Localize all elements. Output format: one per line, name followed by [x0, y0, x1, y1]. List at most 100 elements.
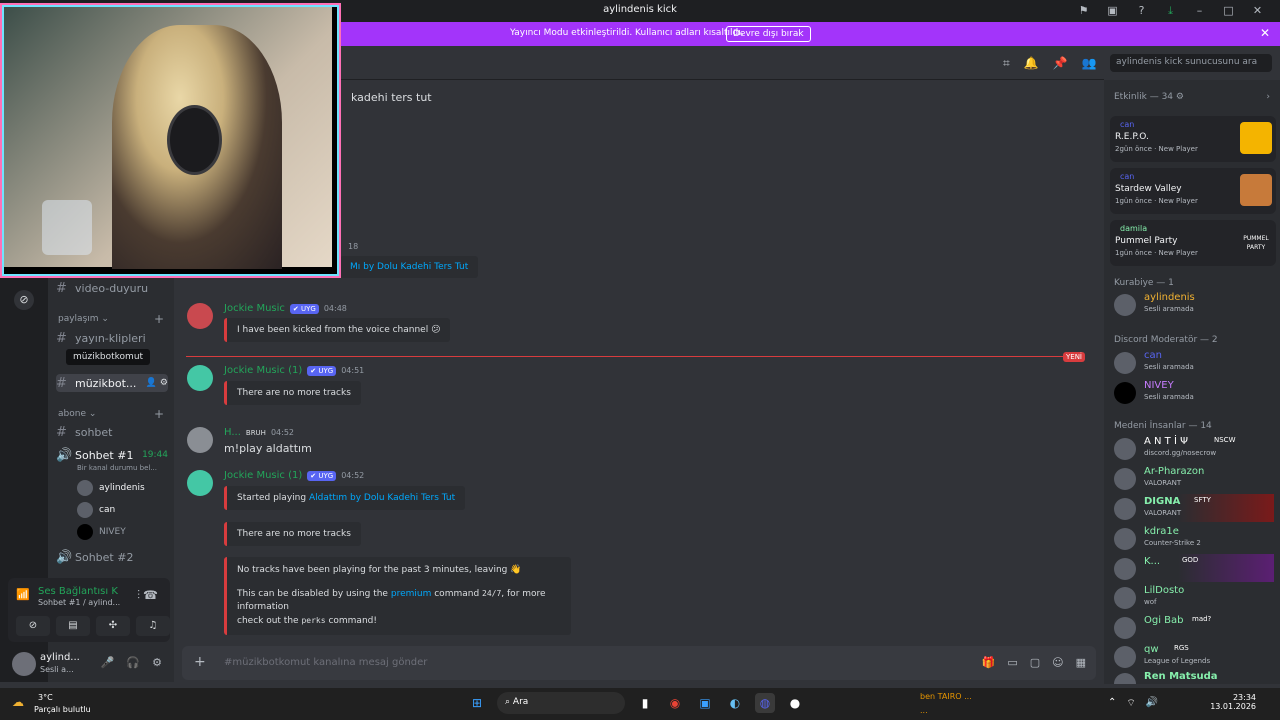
track-link[interactable]: Mı by Dolu Kadehi Ters Tut	[350, 262, 468, 272]
member-item[interactable]: kdra1e Counter-Strike 2	[1114, 524, 1274, 552]
voice-channel-sohbet-1[interactable]: 🔊 Sohbet #1 19:44	[56, 446, 168, 464]
maximize-icon[interactable]: □	[1214, 3, 1243, 19]
add-channel-icon[interactable]: +	[154, 407, 164, 421]
start-icon[interactable]: ⊞	[467, 693, 487, 713]
bot-embed: No tracks have been playing for the past…	[224, 557, 571, 635]
avatar[interactable]	[187, 427, 213, 453]
track-link[interactable]: Aldattım by Dolu Kadehi Ters Tut	[309, 493, 455, 503]
channel-video-duyuru[interactable]: # video-duyuru	[56, 279, 168, 297]
marquee-text: ...	[920, 706, 928, 715]
channel-muzikbotkomut[interactable]: # müzikbot... 👤 ⚙	[56, 374, 168, 392]
noise-suppression-icon[interactable]: ⫶	[137, 588, 140, 603]
threads-icon[interactable]: ⌗	[1003, 56, 1010, 71]
voice-user[interactable]: aylindenis	[77, 480, 145, 496]
inbox-icon[interactable]: ⚑	[1069, 3, 1098, 19]
chrome-icon[interactable]: ◉	[665, 693, 685, 713]
avatar[interactable]	[12, 652, 36, 676]
message-time: 04:51	[341, 366, 365, 375]
gift-icon[interactable]: 🎁	[982, 656, 996, 669]
activities-icon[interactable]: ✣	[96, 616, 130, 636]
disable-streamer-mode-button[interactable]: Devre dışı bırak	[726, 26, 811, 42]
obs-icon[interactable]: ●	[785, 693, 805, 713]
voice-channel-sohbet-2[interactable]: 🔊 Sohbet #2	[56, 548, 168, 566]
activity-card[interactable]: damila Pummel Party 1gün önce · New Play…	[1110, 220, 1276, 266]
member-item[interactable]: Ren Matsuda	[1114, 669, 1274, 684]
category-abone[interactable]: abone ⌄ +	[58, 407, 164, 421]
search-input[interactable]: aylindenis kick sunucusunu ara	[1110, 54, 1272, 72]
member-status: wof	[1144, 598, 1157, 606]
avatar[interactable]	[187, 365, 213, 391]
window-icon[interactable]: ▣	[1098, 3, 1127, 19]
channel-sohbet[interactable]: # sohbet	[56, 423, 168, 441]
voice-status[interactable]: Ses Bağlantısı K	[38, 586, 118, 597]
volume-icon[interactable]: 🔊	[1146, 697, 1158, 710]
settings-icon[interactable]: ⚙	[152, 656, 162, 669]
steam-icon[interactable]: ◐	[725, 693, 745, 713]
discord-icon[interactable]: ◍	[755, 693, 775, 713]
member-item[interactable]: qw RGS League of Legends	[1114, 642, 1274, 670]
screen-share-icon[interactable]: ▤	[56, 616, 90, 636]
avatar[interactable]	[187, 470, 213, 496]
bell-icon[interactable]: 🔔	[1024, 56, 1039, 71]
channel-yayin-klipleri[interactable]: # yayın-klipleri	[56, 329, 168, 347]
taskbar-search[interactable]: ⌕ Ara	[497, 692, 625, 714]
message-text: kadehi ters tut	[351, 91, 432, 104]
webcam-frame	[2, 5, 339, 276]
member-list-icon[interactable]: 👥	[1082, 56, 1097, 71]
member-item[interactable]: Ogi Bab mad?	[1114, 613, 1274, 641]
member-item[interactable]: K... GOD	[1114, 554, 1274, 582]
avatar	[1114, 498, 1136, 520]
member-item[interactable]: Ar-Pharazon VALORANT	[1114, 464, 1274, 492]
headphones-icon[interactable]: 🎧	[126, 656, 140, 669]
close-icon[interactable]: ✕	[1243, 3, 1272, 19]
help-icon[interactable]: ?	[1127, 3, 1156, 19]
network-icon[interactable]: ⌔	[1126, 697, 1135, 710]
soundboard-icon[interactable]: ♫	[136, 616, 170, 636]
member-item[interactable]: can Sesli aramada	[1114, 348, 1274, 376]
member-item[interactable]: aylindenis Sesli aramada	[1114, 290, 1274, 318]
activity-card[interactable]: can Stardew Valley 1gün önce · New Playe…	[1110, 168, 1276, 214]
user-status: Sesli a...	[40, 665, 74, 674]
author-name[interactable]: H...	[224, 427, 241, 438]
camera-off-icon[interactable]: ⊘	[16, 616, 50, 636]
author-name[interactable]: Jockie Music	[224, 303, 285, 314]
chevron-up-icon[interactable]: ⌃	[1108, 697, 1116, 710]
apps-icon[interactable]: ▦	[1076, 656, 1086, 669]
emoji-icon[interactable]: ☺	[1052, 656, 1063, 669]
member-item[interactable]: LilDosto wof	[1114, 583, 1274, 611]
download-icon[interactable]: ⤓	[1156, 3, 1185, 19]
member-item[interactable]: A N T İ Ψ NSCW discord.gg/nosecrow	[1114, 434, 1274, 462]
minimize-icon[interactable]: –	[1185, 3, 1214, 19]
store-icon[interactable]: ▣	[695, 693, 715, 713]
avatar[interactable]	[187, 303, 213, 329]
pin-icon[interactable]: 📌	[1053, 56, 1068, 71]
weather-icon: ☁	[12, 695, 24, 709]
close-icon[interactable]: ✕	[1260, 26, 1270, 40]
add-attachment-icon[interactable]: +	[194, 654, 206, 670]
channel-settings-icon[interactable]: 👤 ⚙	[146, 378, 168, 388]
voice-user[interactable]: NIVEY	[77, 524, 145, 540]
add-channel-icon[interactable]: +	[154, 312, 164, 326]
member-item[interactable]: DIGNA SFTY VALORANT	[1114, 494, 1274, 522]
sticker-icon[interactable]: ▢	[1030, 656, 1040, 669]
premium-link[interactable]: premium	[391, 589, 432, 599]
clock[interactable]: 23:34 13.01.2026	[1210, 693, 1256, 711]
microphone-icon[interactable]: 🎤	[101, 656, 115, 669]
message-input[interactable]: #müzikbotkomut kanalına mesaj gönder	[224, 657, 427, 668]
author-name[interactable]: Jockie Music (1)	[224, 470, 302, 481]
message-composer[interactable]: + #müzikbotkomut kanalına mesaj gönder 🎁…	[182, 646, 1096, 680]
member-name: qw	[1144, 644, 1159, 655]
member-item[interactable]: NIVEY Sesli aramada	[1114, 378, 1274, 406]
server-icon[interactable]: ⊘	[14, 290, 34, 310]
chevron-right-icon[interactable]: ›	[1266, 92, 1270, 102]
disconnect-icon[interactable]: ☎	[143, 588, 158, 602]
author-name[interactable]: Jockie Music (1)	[224, 365, 302, 376]
category-paylasim[interactable]: paylaşım ⌄ +	[58, 312, 164, 326]
signal-icon[interactable]: 📶	[16, 588, 30, 601]
activity-card[interactable]: can R.E.P.O. 2gün önce · New Player	[1110, 116, 1276, 162]
gif-icon[interactable]: ▭	[1007, 656, 1017, 669]
voice-user[interactable]: can	[77, 502, 145, 518]
embed-text: command!	[328, 616, 377, 626]
taskbar: ☁ 3°C Parçalı bulutlu ⊞ ⌕ Ara ▮ ◉ ▣ ◐ ◍ …	[0, 688, 1280, 720]
task-view-icon[interactable]: ▮	[635, 693, 655, 713]
